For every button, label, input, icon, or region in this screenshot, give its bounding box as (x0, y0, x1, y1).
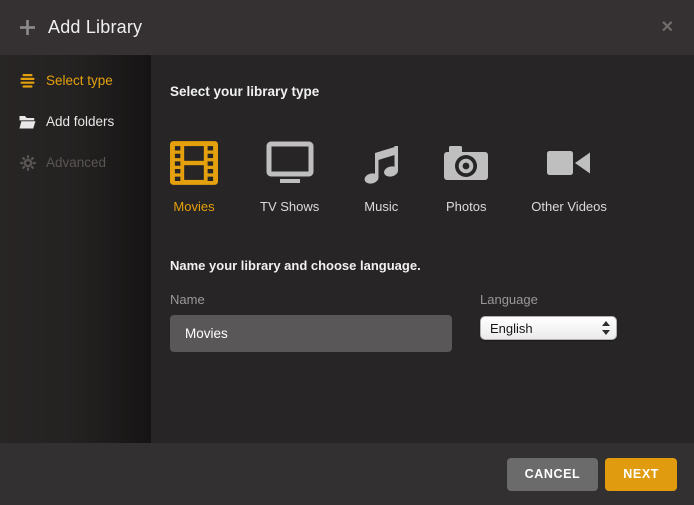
sidebar-item-advanced[interactable]: Advanced (0, 142, 151, 183)
library-type-label: TV Shows (260, 199, 319, 214)
next-button[interactable]: NEXT (605, 458, 677, 491)
plus-icon (20, 20, 35, 35)
tv-icon (266, 139, 314, 187)
language-field-label: Language (480, 292, 617, 307)
sidebar-item-label: Advanced (46, 155, 106, 170)
library-name-input[interactable] (170, 315, 452, 352)
cancel-button[interactable]: CANCEL (507, 458, 599, 491)
library-type-label: Other Videos (531, 199, 607, 214)
library-type-music[interactable]: Music (361, 139, 401, 214)
name-field-label: Name (170, 292, 452, 307)
gear-icon (19, 155, 36, 171)
name-field-group: Name (170, 292, 452, 352)
dialog-header: Add Library ✕ (0, 0, 694, 55)
language-select-value: English (490, 321, 533, 336)
add-library-dialog: Add Library ✕ Select type Add folders (0, 0, 694, 505)
folder-icon (19, 115, 36, 129)
library-type-heading: Select your library type (170, 84, 674, 99)
video-camera-icon (546, 139, 592, 187)
dialog-body: Select type Add folders Advanced Select … (0, 55, 694, 443)
library-type-tv-shows[interactable]: TV Shows (260, 139, 319, 214)
select-stepper-icon (602, 321, 610, 335)
main-panel: Select your library type Movies TV Shows (151, 55, 694, 443)
language-select[interactable]: English (480, 316, 617, 340)
language-field-group: Language English (480, 292, 617, 352)
library-type-row: Movies TV Shows Music (170, 139, 674, 214)
wizard-sidebar: Select type Add folders Advanced (0, 55, 151, 443)
sidebar-item-add-folders[interactable]: Add folders (0, 101, 151, 142)
library-type-label: Movies (173, 199, 214, 214)
camera-icon (443, 139, 489, 187)
select-type-lines-icon (19, 74, 36, 88)
fields-row: Name Language English (170, 292, 674, 352)
dialog-title: Add Library (48, 17, 142, 38)
library-type-movies[interactable]: Movies (170, 139, 218, 214)
library-type-photos[interactable]: Photos (443, 139, 489, 214)
close-icon[interactable]: ✕ (657, 16, 678, 40)
library-type-other-videos[interactable]: Other Videos (531, 139, 607, 214)
music-note-icon (361, 139, 401, 187)
dialog-footer: CANCEL NEXT (0, 443, 694, 505)
sidebar-item-label: Select type (46, 73, 113, 88)
film-strip-icon (170, 139, 218, 187)
sidebar-item-select-type[interactable]: Select type (0, 60, 151, 101)
library-type-label: Music (364, 199, 398, 214)
sidebar-item-label: Add folders (46, 114, 114, 129)
name-section-heading: Name your library and choose language. (170, 258, 674, 273)
library-type-label: Photos (446, 199, 486, 214)
